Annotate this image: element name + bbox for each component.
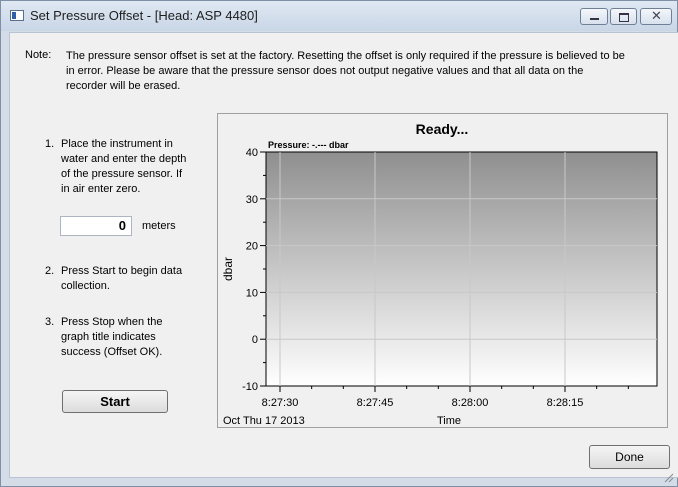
note-label: Note: bbox=[25, 49, 52, 61]
close-icon: ✕ bbox=[651, 8, 662, 23]
step-number: 1. bbox=[45, 138, 55, 150]
step-text: Place the instrument in water and enter … bbox=[61, 138, 187, 195]
y-tick-label: 20 bbox=[246, 241, 258, 253]
plot-area bbox=[265, 151, 658, 387]
pressure-chart: 40 30 20 10 0 -10 8:27:30 8:27:45 8:28:00 8:28:1… bbox=[221, 121, 658, 427]
chart-title: Ready... bbox=[416, 121, 469, 137]
y-tick-label: 0 bbox=[252, 334, 258, 346]
step-number: 3. bbox=[45, 316, 55, 328]
y-axis-ticks: 40 30 20 10 0 -10 bbox=[242, 147, 266, 393]
close-button[interactable]: ✕ bbox=[640, 8, 672, 25]
y-tick-label: 30 bbox=[246, 194, 258, 206]
x-tick-label: 8:27:45 bbox=[357, 397, 394, 409]
note-text: The pressure sensor offset is set at the… bbox=[66, 50, 625, 92]
y-tick-label: 10 bbox=[246, 287, 258, 299]
y-tick-label: -10 bbox=[242, 381, 258, 393]
x-axis-date-label: Oct Thu 17 2013 bbox=[223, 415, 305, 427]
y-axis-label: dbar bbox=[221, 257, 235, 281]
step-3: 3. Press Stop when the graph title indic… bbox=[45, 315, 205, 363]
minimize-button[interactable] bbox=[580, 8, 608, 25]
step-text: Press Stop when the graph title indicate… bbox=[61, 316, 163, 358]
x-tick-label: 8:27:30 bbox=[262, 397, 299, 409]
step-2: 2. Press Start to begin data collection. bbox=[45, 264, 205, 296]
done-button[interactable]: Done bbox=[589, 445, 670, 469]
depth-input[interactable]: 0 bbox=[60, 216, 132, 236]
start-button[interactable]: Start bbox=[62, 390, 168, 413]
window-icon bbox=[10, 10, 24, 21]
x-axis-ticks: 8:27:30 8:27:45 8:28:00 8:28:15 bbox=[262, 386, 629, 409]
depth-units-label: meters bbox=[142, 220, 176, 232]
step-1: 1. Place the instrument in water and ent… bbox=[45, 137, 205, 217]
step-number: 2. bbox=[45, 265, 55, 277]
maximize-button[interactable] bbox=[610, 8, 637, 25]
title-bar[interactable]: Set Pressure Offset - [Head: ASP 4480] ✕ bbox=[1, 1, 677, 31]
x-tick-label: 8:28:15 bbox=[547, 397, 584, 409]
resize-grip-icon[interactable] bbox=[664, 473, 674, 483]
x-tick-label: 8:28:00 bbox=[452, 397, 489, 409]
step-text: Press Start to begin data collection. bbox=[61, 265, 183, 292]
pressure-chart-panel: 40 30 20 10 0 -10 8:27:30 8:27:45 8:28:00 8:28:1… bbox=[217, 113, 668, 428]
x-axis-label: Time bbox=[437, 415, 461, 427]
chart-subtitle: Pressure: -.--- dbar bbox=[268, 140, 349, 150]
y-tick-label: 40 bbox=[246, 147, 258, 159]
window-title: Set Pressure Offset - [Head: ASP 4480] bbox=[30, 8, 258, 23]
